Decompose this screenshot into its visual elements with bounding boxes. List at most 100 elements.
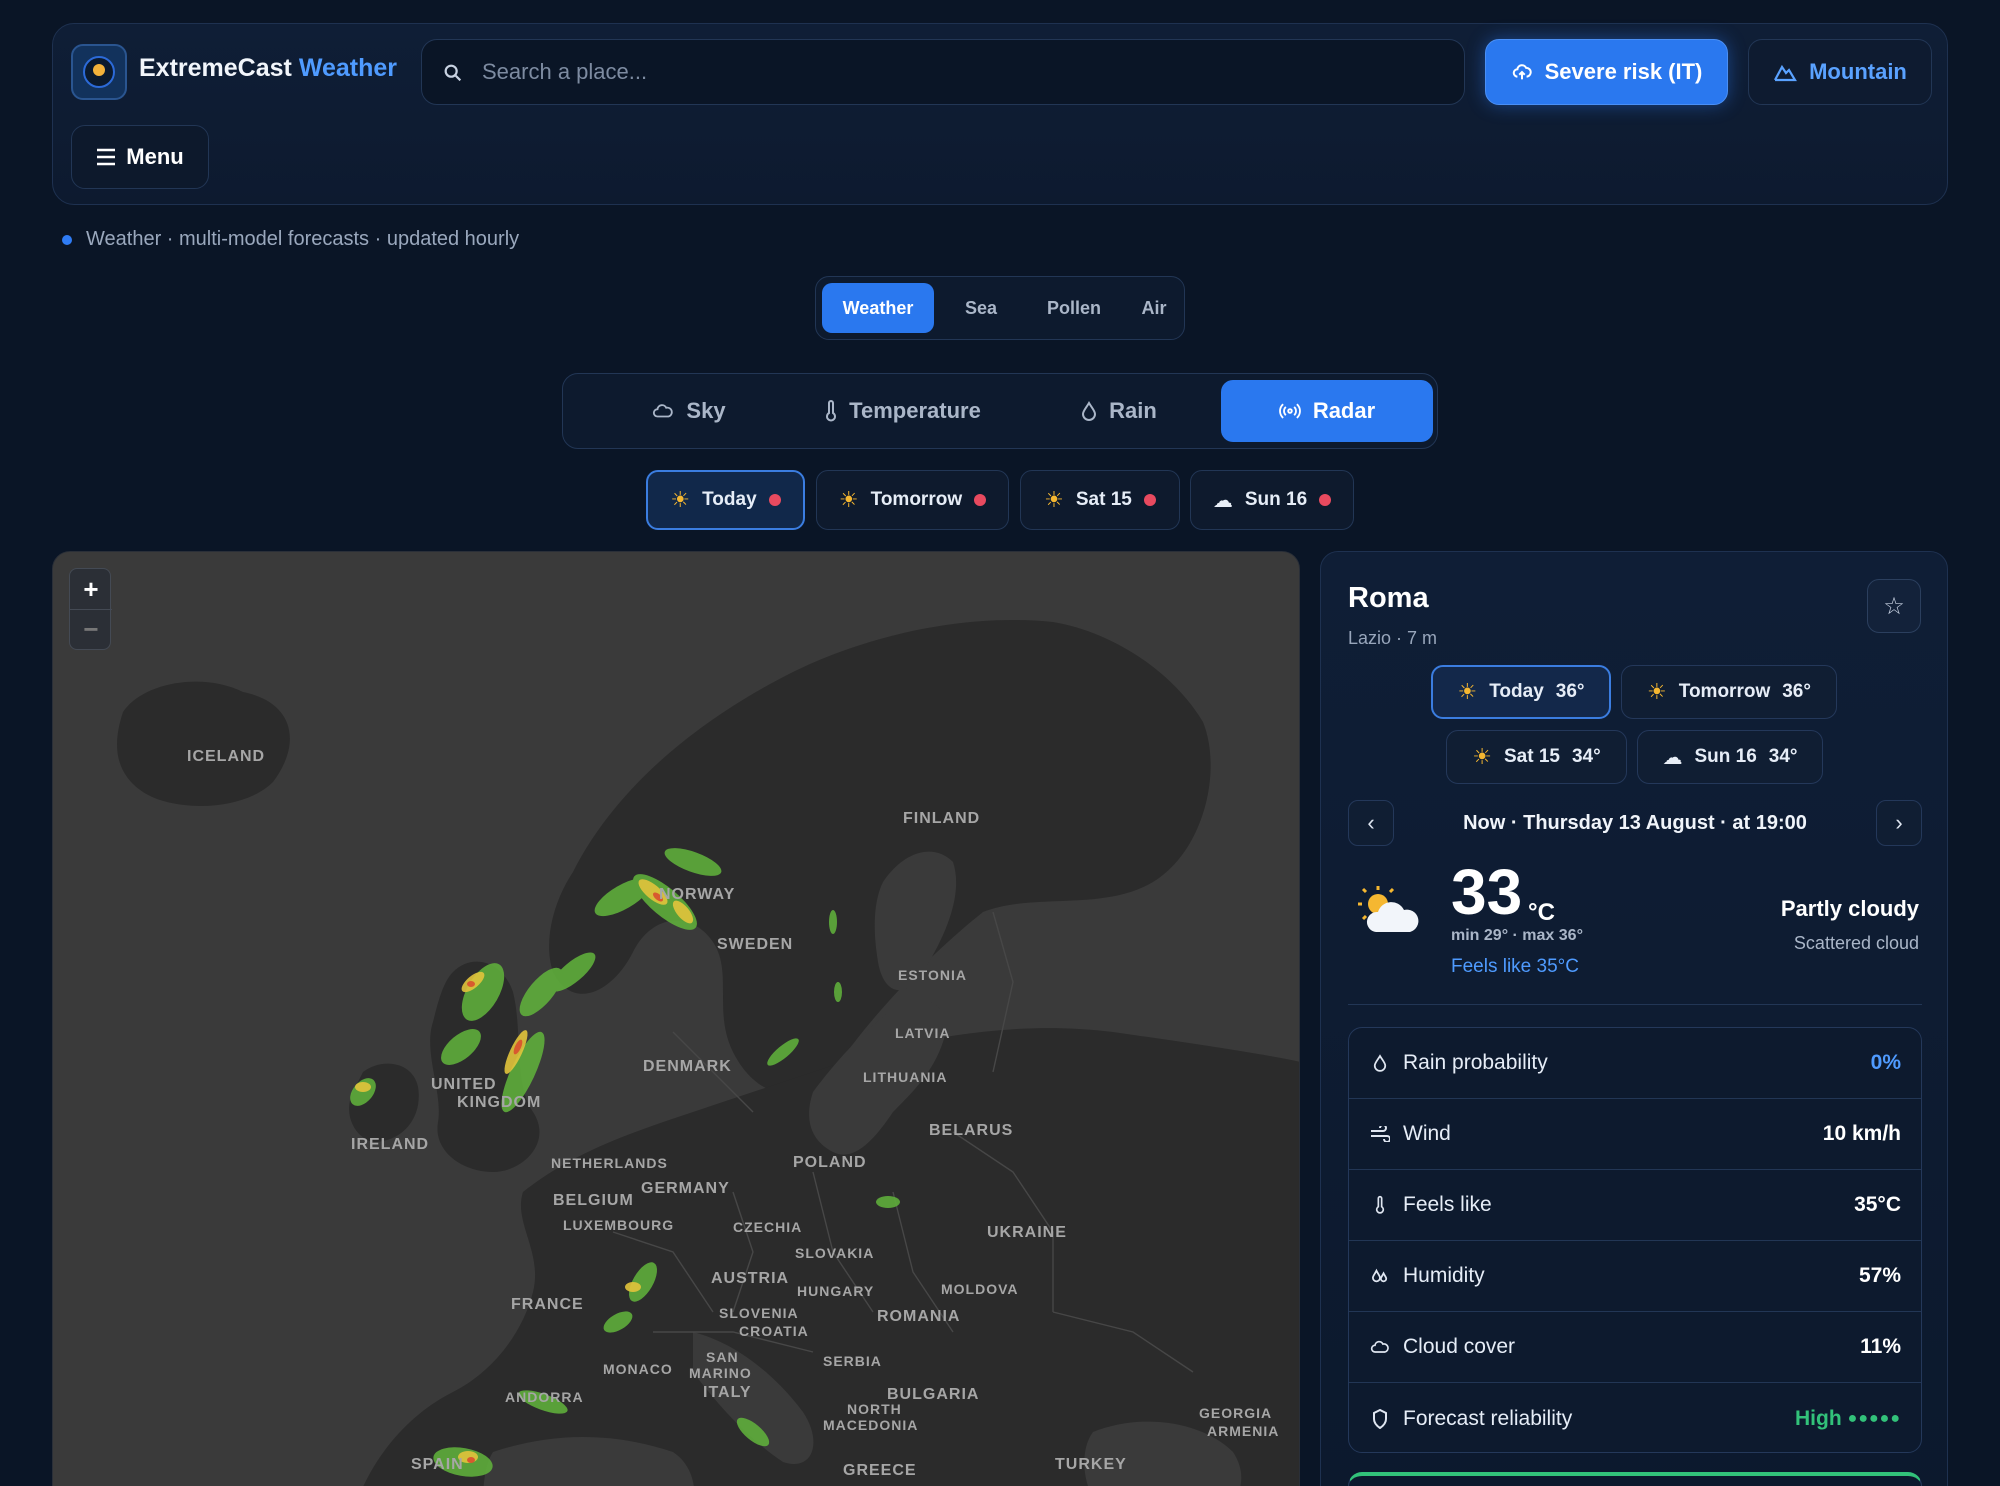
- mountain-icon: [1774, 64, 1798, 82]
- severe-risk-button[interactable]: Severe risk (IT): [1485, 39, 1728, 105]
- reliability-dots: ●●●●●: [1847, 1409, 1901, 1427]
- map-canvas: [53, 552, 1299, 1486]
- map-label: ITALY: [703, 1384, 752, 1401]
- forecast-chip-label: Tomorrow: [1678, 681, 1771, 702]
- map-label: ARMENIA: [1207, 1423, 1280, 1439]
- forecast-chip-tomorrow[interactable]: ☀ Tomorrow 36°: [1621, 665, 1837, 719]
- tab-rain-label: Rain: [1109, 398, 1157, 423]
- current-temperature: 33: [1451, 856, 1523, 928]
- map-label: CROATIA: [739, 1323, 809, 1339]
- mountain-button[interactable]: Mountain: [1748, 39, 1932, 105]
- forecast-chip-label: Sun 16: [1694, 746, 1757, 767]
- day-chip-sat[interactable]: ☀ Sat 15: [1020, 470, 1180, 530]
- metric-value: 57%: [1858, 1264, 1901, 1287]
- tab-sea[interactable]: Sea: [940, 283, 1022, 333]
- map-label: MOLDOVA: [941, 1281, 1019, 1297]
- day-chip-sun[interactable]: ☁ Sun 16: [1190, 470, 1354, 530]
- sun-icon: ☀: [838, 487, 859, 512]
- tab-radar[interactable]: Radar: [1221, 380, 1433, 442]
- forecast-chip-sun[interactable]: ☁ Sun 16 34°: [1637, 730, 1823, 784]
- zoom-out-button[interactable]: −: [70, 609, 112, 649]
- day-chip-label: Today: [702, 489, 757, 510]
- map-label: GERMANY: [641, 1180, 730, 1197]
- tab-air[interactable]: Air: [1126, 283, 1182, 333]
- day-chip-label: Tomorrow: [870, 489, 963, 510]
- radar-map[interactable]: + − ICELAND FINLAND NORWAY SWEDEN ESTONI…: [52, 551, 1300, 1486]
- map-label: NETHERLANDS: [551, 1155, 668, 1171]
- forecast-chip-today[interactable]: ☀ Today 36°: [1431, 665, 1611, 719]
- map-label: FINLAND: [903, 810, 981, 827]
- map-label: BELGIUM: [553, 1192, 634, 1209]
- tab-radar-label: Radar: [1312, 398, 1376, 423]
- favorite-button[interactable]: ☆: [1867, 579, 1921, 633]
- metric-humidity: Humidity 57%: [1349, 1241, 1921, 1312]
- forecast-chip-temp: 36°: [1555, 681, 1585, 702]
- tab-sky[interactable]: Sky: [599, 380, 779, 442]
- app-logo[interactable]: [71, 44, 127, 100]
- thermometer-icon: [826, 400, 837, 422]
- map-label: LITHUANIA: [863, 1069, 948, 1085]
- star-icon: ☆: [1883, 592, 1905, 620]
- day-chip-today[interactable]: ☀ Today: [646, 470, 805, 530]
- forecast-chip-temp: 34°: [1571, 746, 1601, 767]
- top-header: ExtremeCast Weather Severe risk (IT) Mou…: [52, 23, 1948, 205]
- map-label: KINGDOM: [457, 1094, 542, 1111]
- tab-rain[interactable]: Rain: [1029, 380, 1209, 442]
- next-card-edge: [1348, 1472, 1922, 1486]
- menu-label: Menu: [126, 144, 184, 169]
- search-input[interactable]: [482, 40, 1442, 104]
- alert-dot: [974, 494, 987, 506]
- map-label: MONACO: [603, 1361, 673, 1377]
- map-label: TURKEY: [1055, 1456, 1127, 1473]
- map-label: MARINO: [689, 1365, 752, 1381]
- day-chip-label: Sat 15: [1075, 489, 1132, 510]
- layer-tabs: Sky Temperature Rain Radar: [562, 373, 1438, 449]
- city-region: Lazio · 7 m: [1348, 628, 1438, 648]
- metric-wind: Wind 10 km/h: [1349, 1099, 1921, 1170]
- hamburger-icon: [97, 148, 116, 166]
- map-label: ESTONIA: [898, 967, 967, 983]
- tab-temperature-label: Temperature: [849, 398, 981, 423]
- search-icon: [444, 64, 462, 82]
- day-chip-label: Sun 16: [1244, 489, 1308, 510]
- app-title[interactable]: ExtremeCast Weather: [139, 54, 397, 83]
- alert-dot: [768, 494, 781, 506]
- thermometer-icon: [1369, 1194, 1391, 1216]
- map-label: IRELAND: [351, 1136, 430, 1153]
- map-label: ICELAND: [187, 748, 266, 765]
- forecast-chip-sat[interactable]: ☀ Sat 15 34°: [1446, 730, 1627, 784]
- tab-pollen[interactable]: Pollen: [1024, 283, 1124, 333]
- sun-icon: ☀: [1647, 679, 1667, 704]
- feels-like: Feels like 35°C: [1451, 956, 1579, 977]
- condition-text: Partly cloudy: [1780, 896, 1919, 921]
- map-label: NORWAY: [659, 886, 736, 903]
- menu-button[interactable]: Menu: [71, 125, 209, 189]
- tab-temperature[interactable]: Temperature: [783, 380, 1023, 442]
- cloud-icon: [1369, 1336, 1391, 1358]
- cloud-icon: ☁: [1212, 489, 1233, 512]
- metric-label: Feels like: [1403, 1193, 1492, 1216]
- min-max-temp: min 29° · max 36°: [1451, 927, 1583, 944]
- status-dot: [62, 234, 72, 245]
- zoom-in-button[interactable]: +: [70, 569, 112, 609]
- map-label: MACEDONIA: [823, 1417, 919, 1433]
- prev-hour-button[interactable]: ‹: [1348, 800, 1394, 846]
- map-label: CZECHIA: [733, 1219, 803, 1235]
- city-name: Roma: [1348, 582, 1429, 614]
- metric-feels-like: Feels like 35°C: [1349, 1170, 1921, 1241]
- metric-value: 11%: [1860, 1335, 1901, 1358]
- forecast-chip-label: Sat 15: [1504, 746, 1560, 767]
- day-chip-tomorrow[interactable]: ☀ Tomorrow: [816, 470, 1009, 530]
- tab-sky-label: Sky: [686, 398, 726, 423]
- map-label: GREECE: [843, 1462, 917, 1479]
- map-label: HUNGARY: [797, 1283, 875, 1299]
- forecast-chip-temp: 34°: [1768, 746, 1798, 767]
- map-label: SWEDEN: [717, 936, 794, 953]
- tab-weather[interactable]: Weather: [822, 283, 934, 333]
- location-panel: Roma Lazio · 7 m ☆ ☀ Today 36° ☀ Tomorro…: [1320, 551, 1948, 1486]
- next-hour-button[interactable]: ›: [1876, 800, 1922, 846]
- map-label: GEORGIA: [1199, 1405, 1273, 1421]
- globe-icon: [83, 56, 115, 88]
- radar-icon: [1278, 403, 1301, 419]
- metric-cloud-cover: Cloud cover 11%: [1349, 1312, 1921, 1383]
